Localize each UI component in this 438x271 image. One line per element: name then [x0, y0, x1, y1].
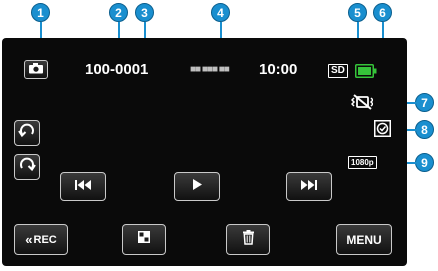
- rotate-left-button[interactable]: [14, 120, 40, 146]
- camera-screen: 100-0001 ■■ ■■■ ■■ 10:00 SD 1080p « REC …: [2, 38, 407, 266]
- callout-5: 5: [348, 3, 367, 22]
- callout-7: 7: [415, 93, 434, 112]
- delete-button[interactable]: [226, 224, 270, 255]
- protect-icon: [374, 120, 391, 142]
- callout-1: 1: [31, 3, 50, 22]
- rotate-left-icon: [18, 122, 36, 145]
- rec-button[interactable]: « REC: [14, 224, 68, 255]
- mode-button[interactable]: [24, 60, 48, 79]
- skip-next-icon: [300, 178, 318, 196]
- folder-file-number: 100-0001: [85, 61, 149, 78]
- time-display: 10:00: [259, 61, 298, 78]
- callout-6: 6: [373, 3, 392, 22]
- index-button[interactable]: [122, 224, 166, 255]
- date-display: ■■ ■■■ ■■: [190, 64, 230, 75]
- resolution-badge: 1080p: [348, 156, 377, 169]
- skip-previous-icon: [74, 178, 92, 196]
- menu-button[interactable]: MENU: [336, 224, 392, 255]
- double-chevron-left-icon: «: [25, 232, 33, 247]
- callout-2: 2: [109, 3, 128, 22]
- rotate-right-button[interactable]: [14, 154, 40, 180]
- grid-icon: [137, 230, 151, 249]
- battery-full-icon: [355, 64, 377, 83]
- media-badge: SD: [328, 64, 348, 78]
- callout-8: 8: [415, 120, 434, 139]
- play-button[interactable]: [174, 172, 220, 201]
- trash-icon: [242, 229, 255, 250]
- camera-icon: [28, 61, 44, 79]
- menu-label: MENU: [346, 232, 382, 247]
- previous-button[interactable]: [60, 172, 106, 201]
- callout-3: 3: [135, 3, 154, 22]
- vibration-off-icon: [350, 94, 375, 115]
- next-button[interactable]: [286, 172, 332, 201]
- play-icon: [191, 178, 203, 196]
- rotate-right-icon: [18, 156, 36, 179]
- callout-4: 4: [211, 3, 230, 22]
- rec-label: REC: [33, 233, 57, 246]
- callout-9: 9: [415, 153, 434, 172]
